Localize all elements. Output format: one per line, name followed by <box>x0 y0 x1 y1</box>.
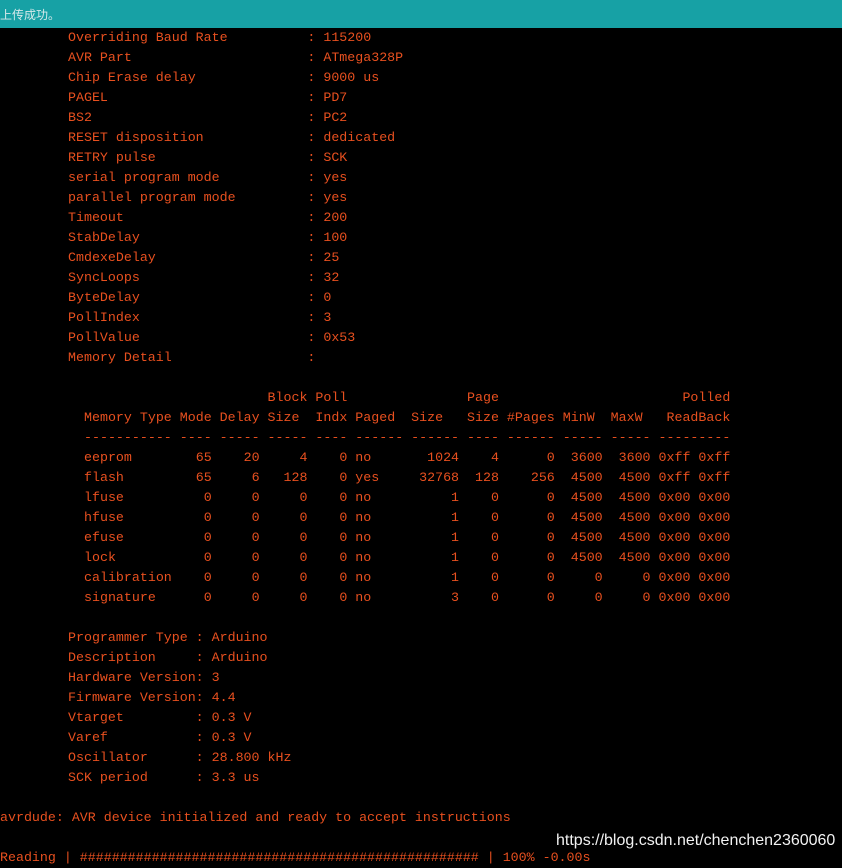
watermark-url: https://blog.csdn.net/chenchen2360060 <box>556 832 836 849</box>
table-row: lock 0 0 0 0 no 1 0 0 4500 4500 0x00 0x0… <box>84 550 731 565</box>
console-line: parallel program mode : yes <box>68 190 348 205</box>
console-line: StabDelay : 100 <box>68 230 348 245</box>
console-line: Description : Arduino <box>68 650 268 665</box>
console-line: AVR Part : ATmega328P <box>68 50 404 65</box>
console-line: SyncLoops : 32 <box>68 270 340 285</box>
table-row: signature 0 0 0 0 no 3 0 0 0 0 0x00 0x00 <box>84 590 731 605</box>
console-line: Oscillator : 28.800 kHz <box>68 750 292 765</box>
console-line: SCK period : 3.3 us <box>68 770 260 785</box>
status-bar: 上传成功。 <box>0 0 842 28</box>
console-line: RESET disposition : dedicated <box>68 130 396 145</box>
table-row: hfuse 0 0 0 0 no 1 0 0 4500 4500 0x00 0x… <box>84 510 731 525</box>
table-row: efuse 0 0 0 0 no 1 0 0 4500 4500 0x00 0x… <box>84 530 731 545</box>
reading-progress-line: Reading | ##############################… <box>0 850 591 865</box>
console-line: CmdexeDelay : 25 <box>68 250 340 265</box>
console-line: ByteDelay : 0 <box>68 290 332 305</box>
console-line: Hardware Version: 3 <box>68 670 220 685</box>
console-line: Firmware Version: 4.4 <box>68 690 236 705</box>
table-row: Memory Type Mode Delay Size Indx Paged S… <box>84 410 731 425</box>
console-line: Vtarget : 0.3 V <box>68 710 252 725</box>
table-row: flash 65 6 128 0 yes 32768 128 256 4500 … <box>84 470 731 485</box>
upload-status-message: 上传成功。 <box>0 8 61 22</box>
ready-message: avrdude: AVR device initialized and read… <box>0 810 511 825</box>
console-line: PAGEL : PD7 <box>68 90 348 105</box>
console-line: serial program mode : yes <box>68 170 348 185</box>
console-line: RETRY pulse : SCK <box>68 150 348 165</box>
console-line: Programmer Type : Arduino <box>68 630 268 645</box>
console-line: Chip Erase delay : 9000 us <box>68 70 380 85</box>
console-output[interactable]: Overriding Baud Rate : 115200 AVR Part : … <box>0 28 842 865</box>
table-row: ----------- ---- ----- ----- ---- ------… <box>84 430 731 445</box>
table-row: calibration 0 0 0 0 no 1 0 0 0 0 0x00 0x… <box>84 570 731 585</box>
console-line: PollIndex : 3 <box>68 310 332 325</box>
table-row: lfuse 0 0 0 0 no 1 0 0 4500 4500 0x00 0x… <box>84 490 731 505</box>
console-line: Memory Detail : <box>68 350 316 365</box>
table-row: eeprom 65 20 4 0 no 1024 4 0 3600 3600 0… <box>84 450 731 465</box>
table-row: Block Poll Page Polled <box>84 390 731 405</box>
console-line: Varef : 0.3 V <box>68 730 252 745</box>
console-line: Timeout : 200 <box>68 210 348 225</box>
console-line: PollValue : 0x53 <box>68 330 356 345</box>
console-line: Overriding Baud Rate : 115200 <box>68 30 372 45</box>
console-line: BS2 : PC2 <box>68 110 348 125</box>
